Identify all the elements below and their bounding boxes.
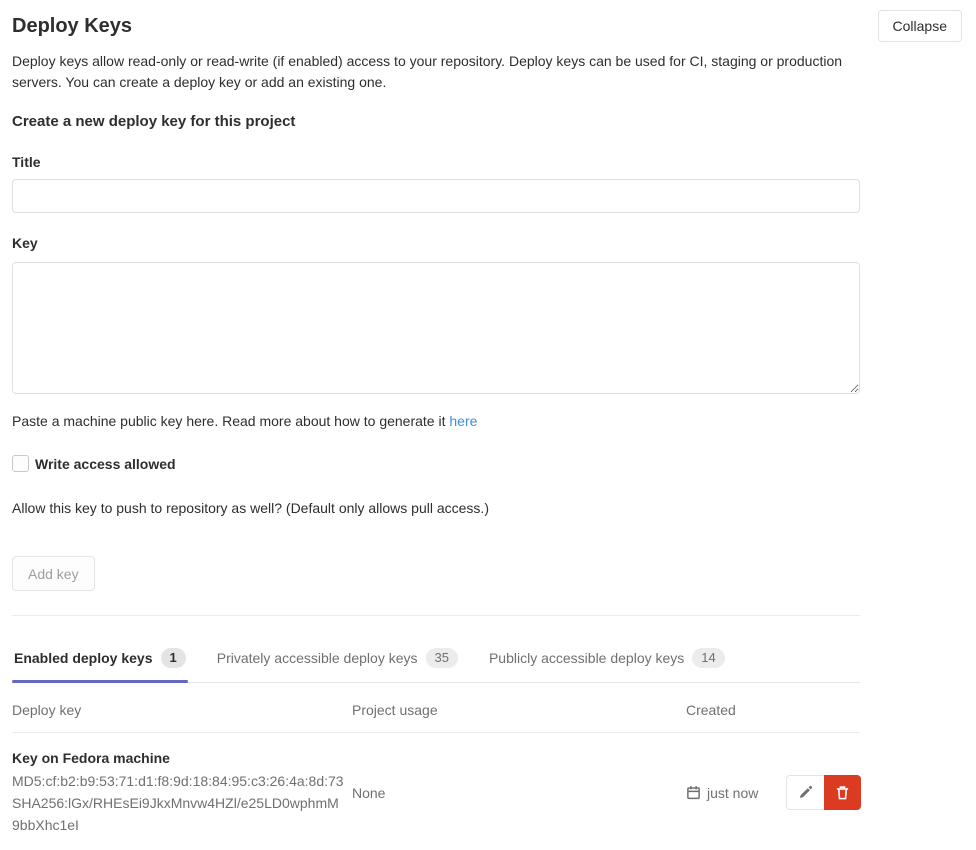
project-usage-cell: None [352, 785, 686, 801]
created-timestamp: just now [707, 785, 758, 801]
add-key-button[interactable]: Add key [12, 556, 95, 591]
key-hint: Paste a machine public key here. Read mo… [12, 411, 962, 431]
column-header-created: Created [686, 702, 786, 718]
deploy-key-title: Key on Fedora machine [12, 749, 352, 768]
calendar-icon [686, 785, 701, 800]
generate-key-link[interactable]: here [449, 413, 477, 429]
tab-enabled-deploy-keys[interactable]: Enabled deploy keys 1 [12, 636, 188, 682]
tab-count-badge: 35 [426, 648, 458, 668]
page-header: Deploy Keys Collapse [12, 10, 962, 42]
write-access-label[interactable]: Write access allowed [35, 456, 176, 472]
edit-key-button[interactable] [786, 775, 825, 810]
column-header-deploy-key: Deploy key [12, 702, 352, 718]
tab-label: Enabled deploy keys [14, 650, 153, 666]
trash-icon [835, 785, 850, 801]
tab-label: Publicly accessible deploy keys [489, 650, 684, 666]
tab-label: Privately accessible deploy keys [217, 650, 418, 666]
title-label: Title [12, 152, 962, 172]
key-hint-text: Paste a machine public key here. Read mo… [12, 413, 449, 429]
section-divider [12, 615, 860, 616]
pencil-icon [798, 785, 813, 800]
row-actions [786, 775, 861, 810]
new-deploy-key-form: Create a new deploy key for this project… [12, 112, 962, 591]
deploy-keys-tabs: Enabled deploy keys 1 Privately accessib… [12, 636, 860, 683]
table-header-row: Deploy key Project usage Created [12, 683, 860, 733]
tab-privately-accessible-deploy-keys[interactable]: Privately accessible deploy keys 35 [215, 636, 460, 682]
table-row: Key on Fedora machine MD5:cf:b2:b9:53:71… [12, 733, 860, 850]
key-textarea[interactable] [12, 262, 860, 394]
delete-key-button[interactable] [824, 775, 861, 810]
write-access-checkbox[interactable] [12, 455, 29, 472]
deploy-key-fingerprints: MD5:cf:b2:b9:53:71:d1:f8:9d:18:84:95:c3:… [12, 770, 352, 836]
deploy-key-cell: Key on Fedora machine MD5:cf:b2:b9:53:71… [12, 749, 352, 836]
tab-publicly-accessible-deploy-keys[interactable]: Publicly accessible deploy keys 14 [487, 636, 727, 682]
collapse-button[interactable]: Collapse [878, 10, 962, 42]
fingerprint-sha256: SHA256:lGx/RHEsEi9JkxMnvw4HZl/e25LD0wphm… [12, 795, 339, 833]
tab-count-badge: 1 [161, 648, 186, 668]
write-access-row: Write access allowed [12, 455, 962, 472]
page-title: Deploy Keys [12, 12, 132, 40]
deploy-keys-table: Deploy key Project usage Created Key on … [12, 683, 860, 850]
created-cell: just now [686, 785, 786, 801]
title-input[interactable] [12, 179, 860, 213]
column-header-project-usage: Project usage [352, 702, 686, 718]
key-label: Key [12, 233, 962, 253]
form-heading: Create a new deploy key for this project [12, 112, 962, 132]
fingerprint-md5: MD5:cf:b2:b9:53:71:d1:f8:9d:18:84:95:c3:… [12, 773, 344, 789]
deploy-keys-description: Deploy keys allow read-only or read-writ… [12, 51, 860, 93]
tab-count-badge: 14 [692, 648, 724, 668]
write-access-help: Allow this key to push to repository as … [12, 498, 962, 518]
